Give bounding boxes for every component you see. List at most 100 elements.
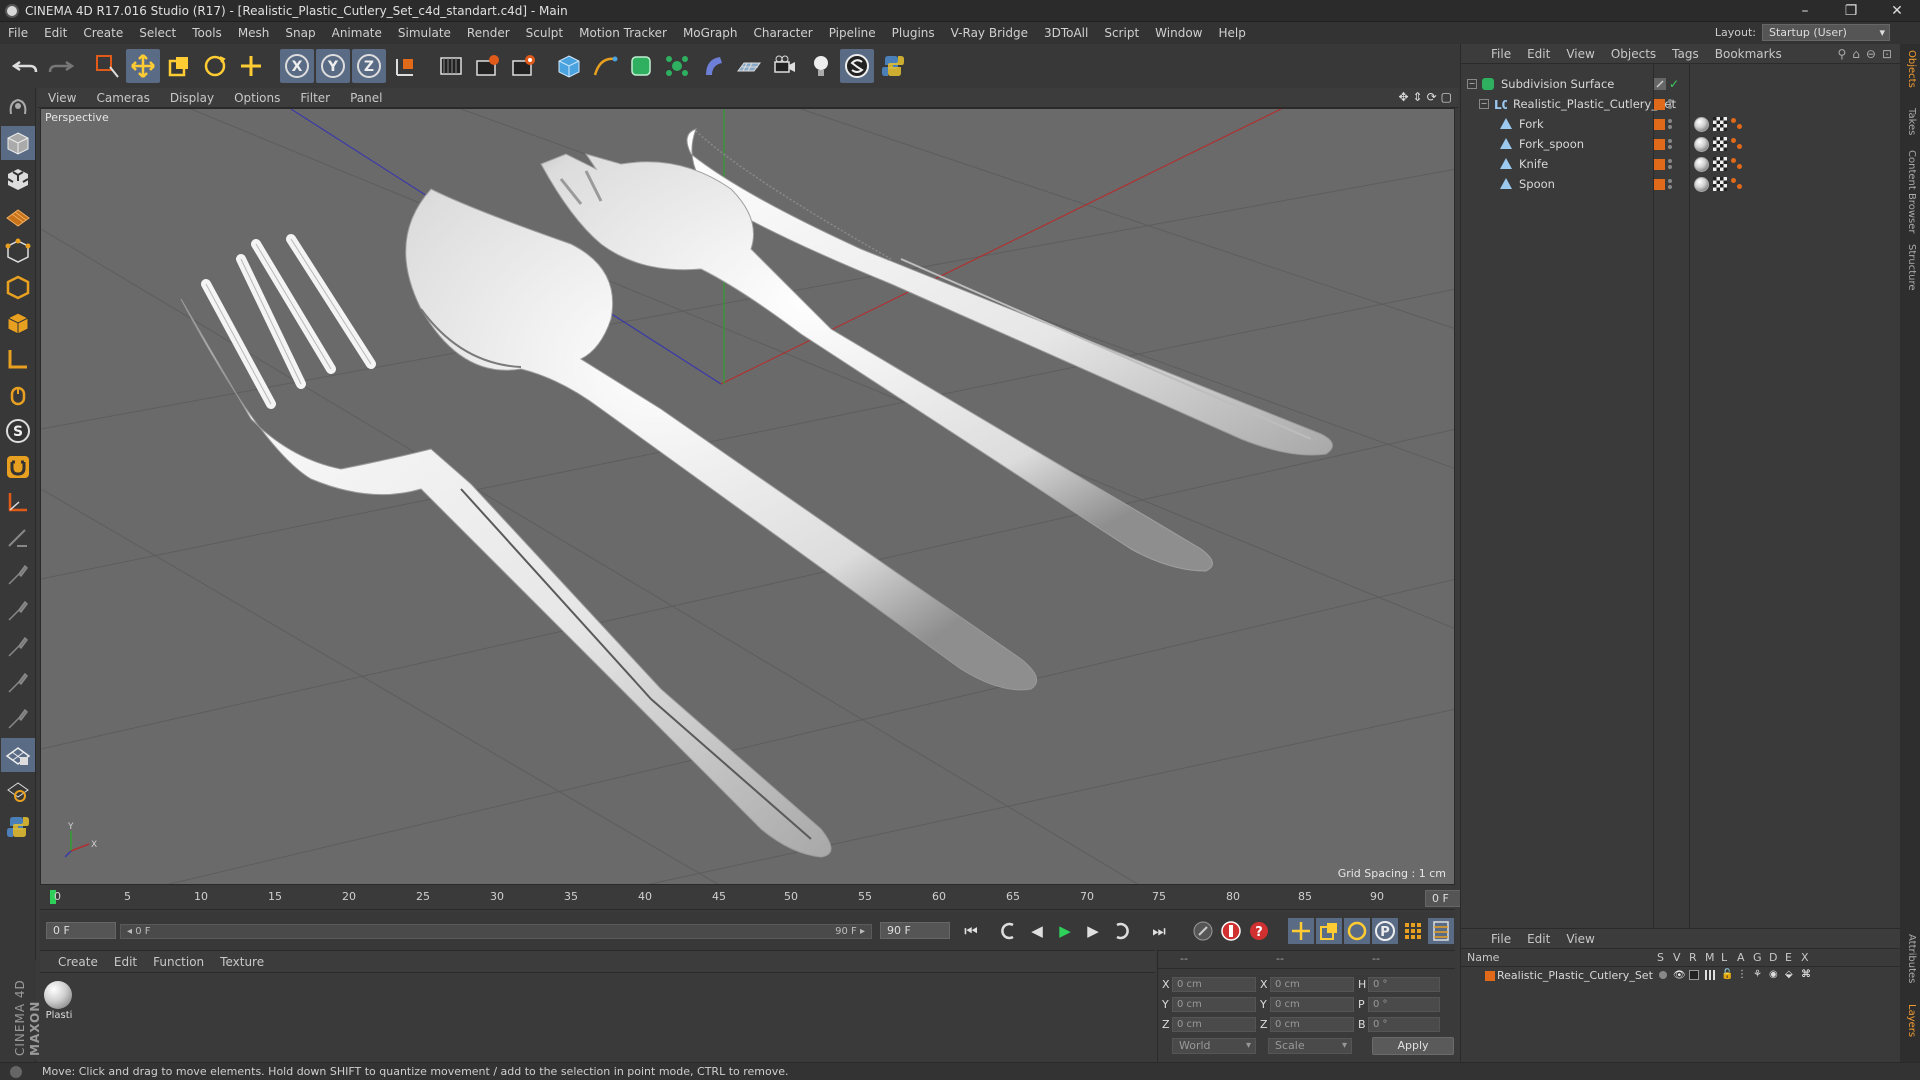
next-frame-icon[interactable]: ▶ [1080,918,1106,944]
uvw-tag-icon[interactable] [1713,117,1727,131]
material-tag-icon[interactable] [1694,116,1709,132]
tab-takes[interactable]: Takes [1903,108,1917,135]
locked-workplane-icon[interactable] [1,522,35,556]
viewport-menu-panel[interactable]: Panel [340,91,392,105]
menu-select[interactable]: Select [131,26,184,40]
position-x-field[interactable]: 0 cm [1172,976,1256,992]
layers-menu-edit[interactable]: Edit [1519,932,1558,946]
material-plastic[interactable]: Plasti [44,981,74,1021]
layer-manager-icon[interactable] [1705,970,1715,980]
selection-tag-icon[interactable] [1731,158,1743,170]
viewport-menu-filter[interactable]: Filter [290,91,340,105]
workplane-axis-icon[interactable] [1,486,35,520]
visibility-dots[interactable] [1668,119,1672,129]
object-row-knife[interactable]: Knife [1461,154,1901,174]
minimize-button[interactable]: – [1782,0,1828,22]
render-view-icon[interactable] [434,49,468,83]
recent-tools-icon[interactable] [234,49,268,83]
python-tool-icon[interactable] [1,810,35,844]
workplane-mode-icon[interactable] [1,198,35,232]
visibility-cell[interactable] [1654,116,1684,132]
camera-icon[interactable] [768,49,802,83]
deformer-bend-icon[interactable] [696,49,730,83]
tab-attributes[interactable]: Attributes [1903,934,1917,983]
keyframe-selection-icon[interactable]: ? [1246,918,1272,944]
rotation-h-field[interactable]: 0 ° [1368,976,1440,992]
undo-icon[interactable] [8,49,42,83]
timeline-layout-icon[interactable] [1428,918,1454,944]
key-scale-icon[interactable] [1316,918,1342,944]
key-pla-icon[interactable] [1400,918,1426,944]
previous-keyframe-icon[interactable] [996,918,1022,944]
viewport-camera-label[interactable]: Perspective [45,111,109,124]
render-picture-viewer-icon[interactable] [470,49,504,83]
key-parameter-icon[interactable]: P [1372,918,1398,944]
layer-solo-icon[interactable] [1659,971,1667,979]
objects-menu-view[interactable]: View [1558,47,1602,61]
coordinate-scale-dropdown[interactable]: Scale [1268,1038,1352,1054]
menu-motion-tracker[interactable]: Motion Tracker [571,26,675,40]
layer-visible-icon[interactable]: 👁 [1673,970,1686,981]
visibility-cell[interactable] [1654,136,1684,152]
link-icon[interactable]: ⊖ [1866,47,1876,61]
visibility-dots[interactable] [1668,159,1672,169]
render-settings-icon[interactable] [506,49,540,83]
collapse-toggle[interactable]: − [1479,99,1489,109]
axis-mode-icon[interactable] [1,342,35,376]
objects-menu-bookmarks[interactable]: Bookmarks [1707,47,1790,61]
previous-frame-icon[interactable]: ◀ [1024,918,1050,944]
menu-edit[interactable]: Edit [36,26,75,40]
redo-icon[interactable] [44,49,78,83]
autokey-icon[interactable] [1218,918,1244,944]
menu-create[interactable]: Create [75,26,131,40]
menu-pipeline[interactable]: Pipeline [821,26,884,40]
object-row-fork[interactable]: Fork [1461,114,1901,134]
position-y-field[interactable]: 0 cm [1172,996,1256,1012]
visibility-cell[interactable]: ✓ [1654,76,1684,92]
tab-objects[interactable]: Objects [1903,50,1917,88]
visibility-cell[interactable] [1654,176,1684,192]
timeline-ruler[interactable]: 0 5 10 15 20 25 30 35 40 45 50 55 60 65 … [40,888,1493,910]
rotation-p-field[interactable]: 0 ° [1368,996,1440,1012]
object-row-fork-spoon[interactable]: Fork_spoon [1461,134,1901,154]
go-to-start-icon[interactable]: ⏮ [958,918,984,944]
python-icon[interactable] [876,49,910,83]
cube-primitive-icon[interactable] [552,49,586,83]
object-row-cutlery-set[interactable]: − L0 Realistic_Plastic_Cutlery_Set [1461,94,1901,114]
frame-range-slider[interactable]: ◂ 0 F 90 F ▸ [120,924,872,939]
material-tag-icon[interactable] [1694,176,1709,192]
cinema4d-logo-icon[interactable] [840,49,874,83]
viewport-zoom-icon[interactable]: ⇕ [1413,90,1423,104]
search-icon[interactable]: ⚲ [1837,47,1846,61]
make-editable-icon[interactable] [1,90,35,124]
layer-render-icon[interactable] [1689,970,1699,980]
layer-lock-icon[interactable]: 🔓 [1721,969,1733,980]
expand-icon[interactable]: ⊡ [1882,47,1892,61]
size-y-field[interactable]: 0 cm [1270,996,1354,1012]
layout-dropdown[interactable]: Startup (User) [1762,24,1890,41]
menu-vray-bridge[interactable]: V-Ray Bridge [943,26,1036,40]
viewport-move-icon[interactable]: ✥ [1398,90,1408,104]
apply-button[interactable]: Apply [1372,1037,1454,1055]
layer-color-swatch[interactable] [1485,971,1495,981]
tab-structure[interactable]: Structure [1903,244,1917,291]
visibility-dots[interactable] [1668,99,1672,109]
maximize-button[interactable]: ❐ [1828,0,1874,22]
menu-character[interactable]: Character [745,26,820,40]
menu-plugins[interactable]: Plugins [884,26,943,40]
nurbs-subdivision-icon[interactable] [624,49,658,83]
tweak-mode-icon[interactable] [1,378,35,412]
menu-file[interactable]: File [0,26,36,40]
selection-tag-icon[interactable] [1731,178,1743,190]
menu-animate[interactable]: Animate [324,26,390,40]
material-menu-function[interactable]: Function [145,955,212,969]
objects-menu-edit[interactable]: Edit [1519,47,1558,61]
start-frame-field[interactable]: 0 F [46,922,116,939]
visibility-dots[interactable] [1668,179,1672,189]
selection-tag-icon[interactable] [1731,138,1743,150]
edges-mode-icon[interactable] [1,270,35,304]
light-icon[interactable] [804,49,838,83]
y-axis-lock-icon[interactable]: Y [316,49,350,83]
rotation-b-field[interactable]: 0 ° [1368,1016,1440,1032]
viewport-menu-view[interactable]: View [38,91,86,105]
